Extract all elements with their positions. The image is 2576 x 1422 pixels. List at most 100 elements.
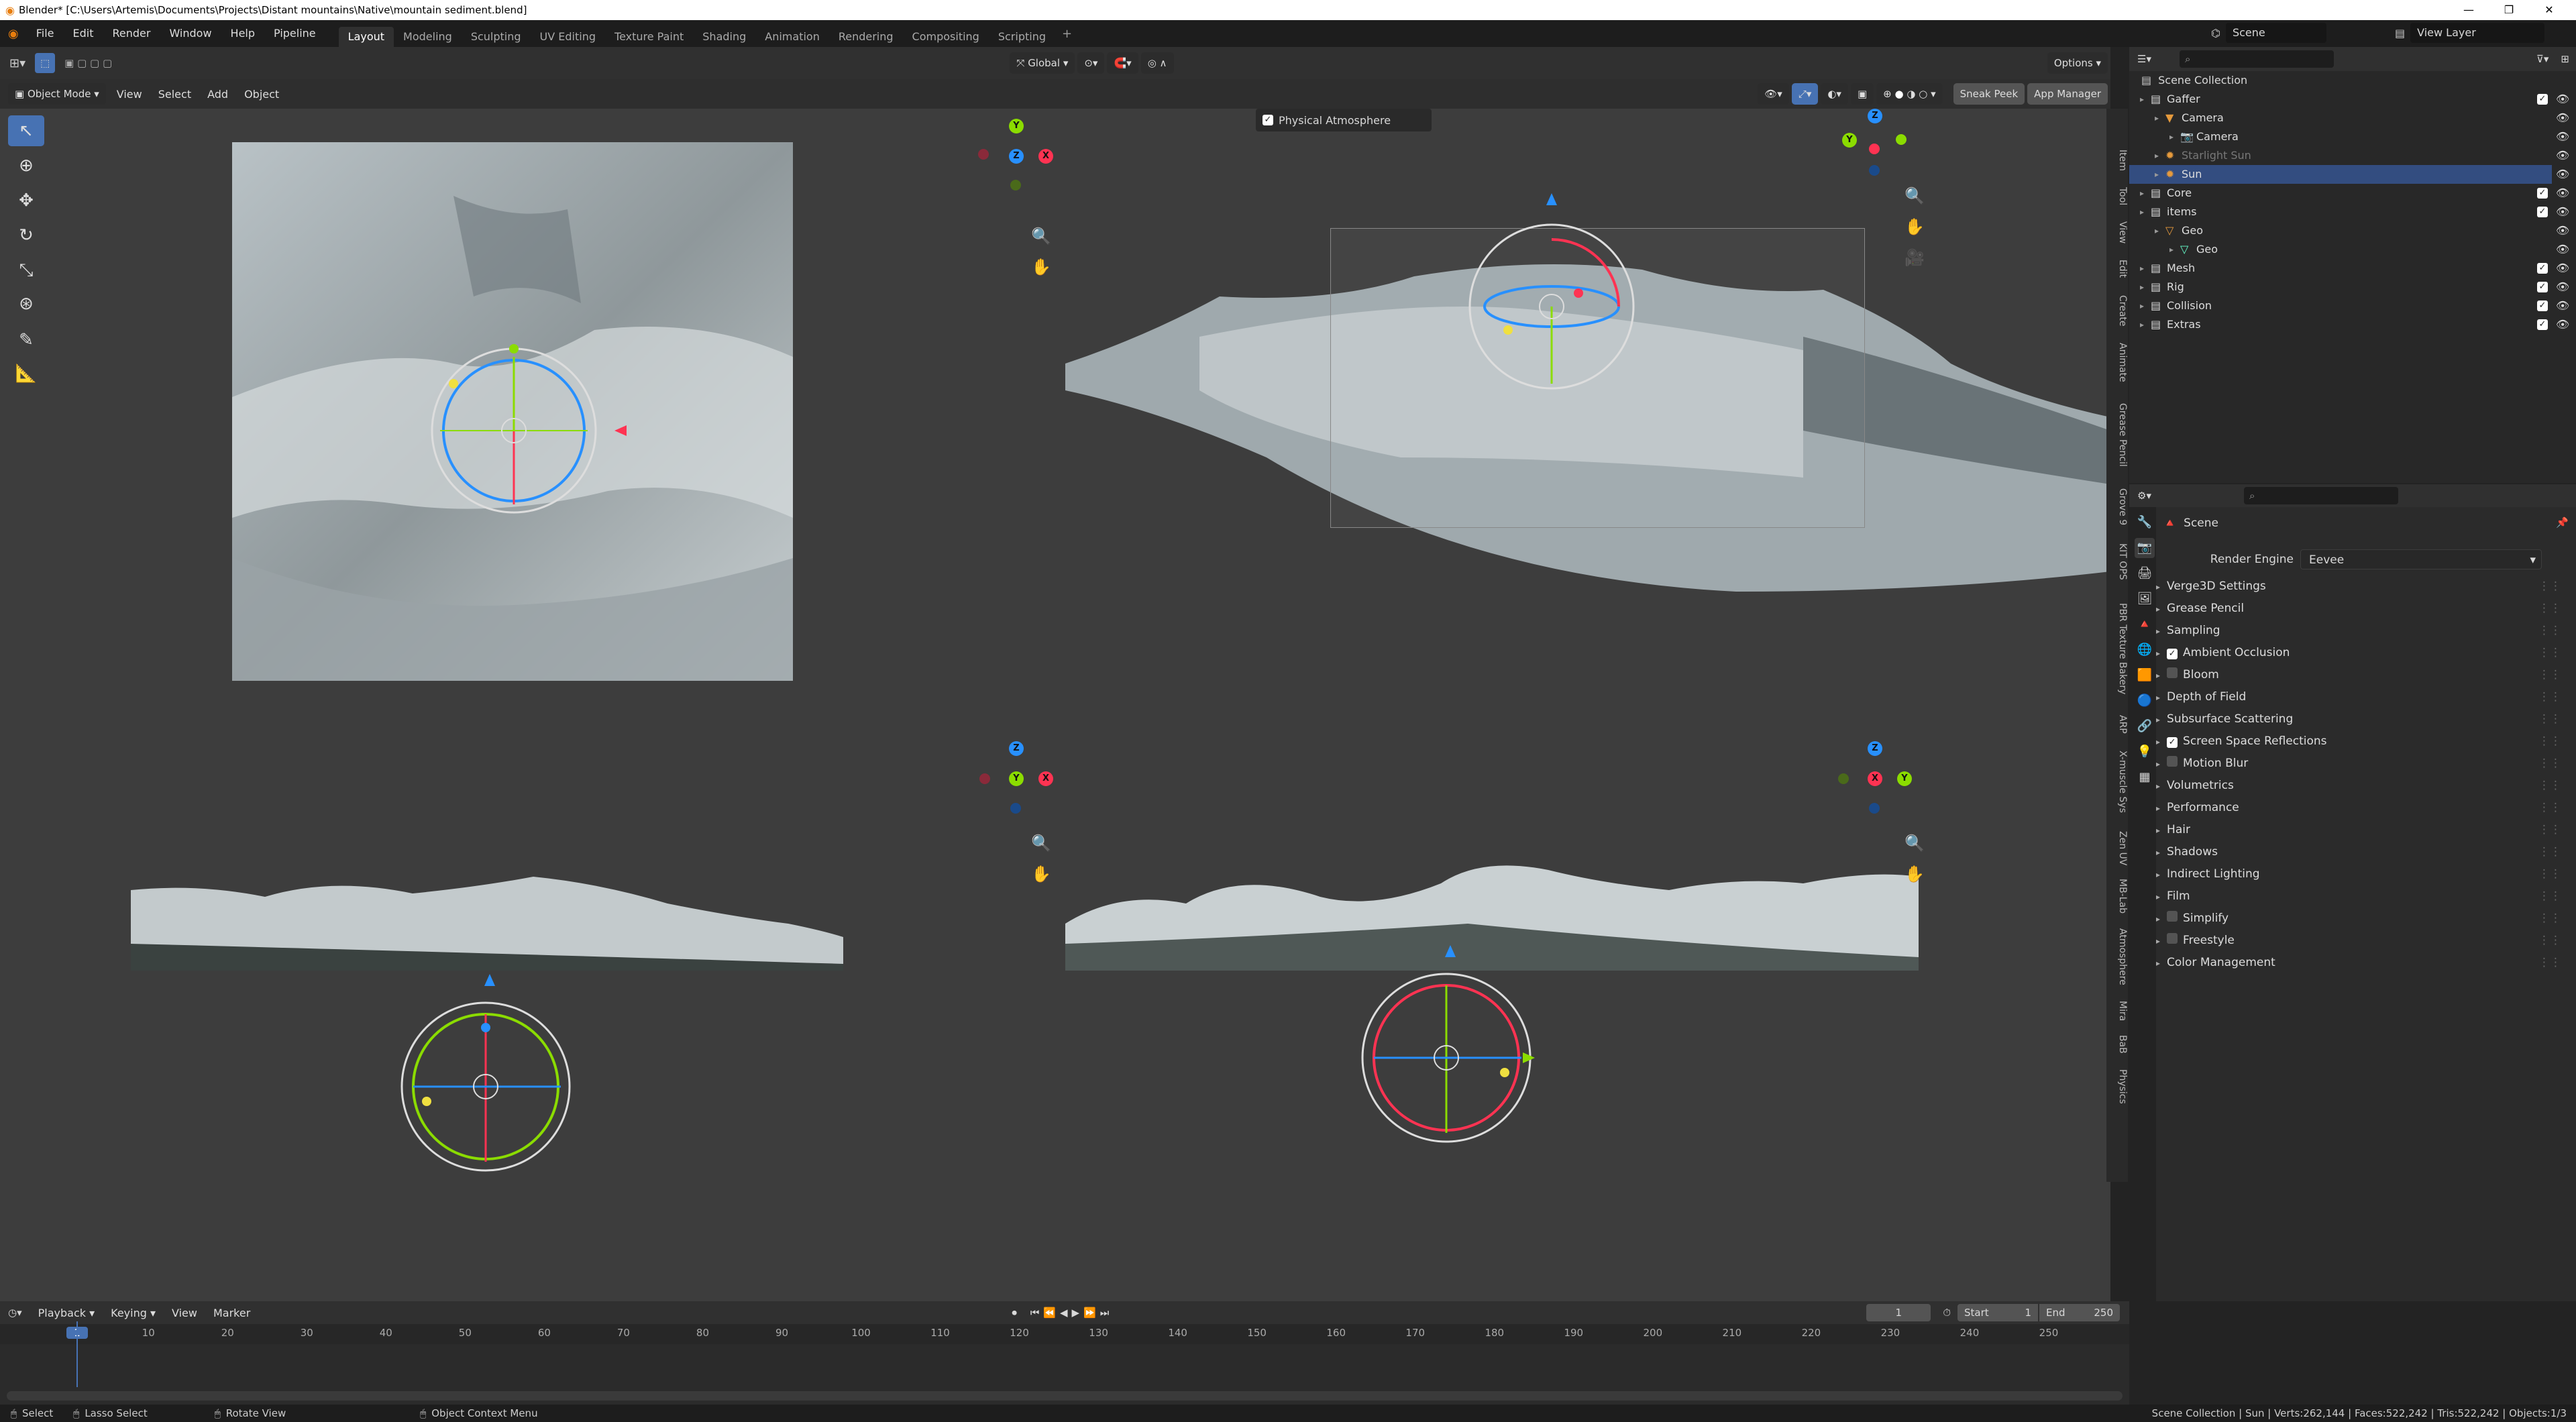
playhead-line[interactable] — [76, 1321, 78, 1387]
sidebar-tab-grease-pencil[interactable]: Grease Pencil — [2106, 390, 2128, 480]
workspace-tab-compositing[interactable]: Compositing — [903, 27, 989, 47]
gizmo-neg-y[interactable] — [1010, 180, 1021, 190]
expand-arrow-icon[interactable]: ▸ — [2155, 109, 2159, 127]
workspace-tab-texture-paint[interactable]: Texture Paint — [605, 27, 693, 47]
orientation-dropdown[interactable]: ⤧ Global ▾ — [1010, 52, 1075, 74]
expand-arrow-icon[interactable]: ▸ — [2140, 315, 2144, 334]
menu-render[interactable]: Render — [103, 20, 160, 47]
panel-enable-checkbox[interactable]: ✓ — [2167, 649, 2178, 659]
zoom-icon[interactable]: 🔍 — [1901, 182, 1928, 209]
eye-icon[interactable]: 👁 — [2556, 296, 2569, 315]
zoom-icon[interactable]: 🔍 — [1028, 830, 1055, 857]
sidebar-tab-tool[interactable]: Tool — [2106, 178, 2128, 215]
properties-panel-header[interactable]: ▸ Volumetrics ⋮⋮ — [2156, 775, 2561, 797]
properties-panel-header[interactable]: ▸ Subsurface Scattering ⋮⋮ — [2156, 708, 2561, 730]
scale-tool-icon[interactable]: ⤡ — [8, 255, 44, 286]
eye-icon[interactable]: 👁 — [2556, 90, 2569, 109]
exclude-checkbox[interactable]: ✓ — [2537, 319, 2548, 330]
properties-panel-header[interactable]: ▸ Color Management ⋮⋮ — [2156, 952, 2561, 974]
outliner-row[interactable]: ▸ ▤ items ✓ 👁 — [2129, 203, 2569, 221]
data-tab-icon[interactable]: 💡 — [2135, 742, 2155, 762]
xray-toggle[interactable]: ▣ — [1850, 83, 1874, 105]
nav-gizmo[interactable]: Z Y X — [966, 741, 1060, 835]
eye-icon[interactable]: 👁 — [2556, 127, 2569, 146]
gizmo-x-axis[interactable]: X — [1038, 149, 1053, 164]
sidebar-tab-view[interactable]: View — [2106, 215, 2128, 251]
gizmo-z-axis[interactable]: Z — [1009, 741, 1024, 756]
drag-handle-icon[interactable]: ⋮⋮ — [2538, 863, 2561, 885]
sneak-peek-button[interactable]: Sneak Peek — [1953, 83, 2025, 105]
sidebar-tab-physics[interactable]: Physics — [2106, 1060, 2128, 1114]
editor-type-icon[interactable]: ⊞▾ — [0, 56, 35, 70]
sun-rotate-gizmo[interactable] — [1468, 223, 1642, 397]
sidebar-tab-mira[interactable]: Mira — [2106, 993, 2128, 1030]
maximize-icon[interactable]: ❐ — [2489, 0, 2529, 20]
properties-panel-header[interactable]: ▸ Performance ⋮⋮ — [2156, 797, 2561, 819]
drag-handle-icon[interactable]: ⋮⋮ — [2538, 576, 2561, 598]
zoom-icon[interactable]: 🔍 — [1028, 223, 1055, 250]
proportional-edit-toggle[interactable]: ◎ ∧ — [1140, 52, 1174, 74]
sidebar-tab-edit[interactable]: Edit — [2106, 251, 2128, 287]
pan-hand-icon[interactable]: ✋ — [1028, 254, 1055, 280]
sun-side-gizmo[interactable] — [1360, 972, 1535, 1146]
exclude-checkbox[interactable]: ✓ — [2537, 207, 2548, 217]
view-menu[interactable]: View — [109, 88, 150, 101]
properties-panel-header[interactable]: ▸ Sampling ⋮⋮ — [2156, 620, 2561, 642]
properties-panel-header[interactable]: ▸ Indirect Lighting ⋮⋮ — [2156, 863, 2561, 885]
physical-atmosphere-checkbox[interactable]: ✓ — [1263, 115, 1273, 125]
menu-window[interactable]: Window — [160, 20, 221, 47]
gizmo-y-axis[interactable]: Y — [1897, 771, 1912, 786]
app-manager-button[interactable]: App Manager — [2027, 83, 2108, 105]
properties-panel-header[interactable]: ▸ ✓ Screen Space Reflections ⋮⋮ — [2156, 730, 2561, 753]
expand-arrow-icon[interactable]: ▸ — [2140, 259, 2144, 278]
filter-icon[interactable]: ⊽▾ — [2531, 53, 2555, 65]
timeline-scrollbar[interactable] — [7, 1391, 2123, 1401]
workspace-tab-shading[interactable]: Shading — [693, 27, 755, 47]
outliner-row[interactable]: ▸ ▤ Mesh ✓ 👁 — [2129, 259, 2569, 278]
constraint-tab-icon[interactable]: 🔗 — [2135, 716, 2155, 736]
gizmo-y-axis[interactable]: Y — [1009, 771, 1024, 786]
physical-atmosphere-panel[interactable]: ✓ Physical Atmosphere — [1256, 109, 1432, 131]
sun-front-gizmo[interactable] — [400, 1001, 574, 1175]
eye-icon[interactable]: 👁 — [2556, 315, 2569, 334]
physics-tab-icon[interactable]: 🔵 — [2135, 691, 2155, 711]
eye-icon[interactable]: 👁 — [2556, 259, 2569, 278]
drag-handle-icon[interactable]: ⋮⋮ — [2538, 797, 2561, 819]
outliner-row[interactable]: ▸ ▤ Rig ✓ 👁 — [2129, 278, 2569, 296]
camera-view-icon[interactable]: 🎥 — [1901, 244, 1928, 271]
gizmo-neg-y[interactable] — [1838, 773, 1849, 784]
nav-gizmo[interactable]: Z Y X — [966, 109, 1060, 243]
drag-handle-icon[interactable]: ⋮⋮ — [2538, 841, 2561, 863]
sidebar-tab-grove-9[interactable]: Grove 9 — [2106, 480, 2128, 535]
select-box-icon[interactable]: ⬚ — [35, 53, 56, 73]
gizmo-y-axis[interactable]: Y — [1009, 119, 1024, 133]
pan-hand-icon[interactable]: ✋ — [1028, 861, 1055, 887]
move-tool-icon[interactable]: ✥ — [8, 185, 44, 216]
shading-modes[interactable]: ⊕ ● ◑ ○ ▾ — [1876, 83, 1943, 105]
drag-handle-icon[interactable]: ⋮⋮ — [2538, 753, 2561, 775]
properties-type-icon[interactable]: ⚙▾ — [2129, 490, 2159, 502]
eye-icon[interactable]: 👁 — [2556, 165, 2569, 184]
pan-hand-icon[interactable]: ✋ — [1901, 861, 1928, 887]
drag-handle-icon[interactable]: ⋮⋮ — [2538, 642, 2561, 664]
expand-arrow-icon[interactable]: ▸ — [2140, 278, 2144, 296]
properties-search[interactable]: ⌕ — [2243, 487, 2398, 504]
sidebar-tab-mb-lab[interactable]: MB-Lab — [2106, 873, 2128, 921]
drag-handle-icon[interactable]: ⋮⋮ — [2538, 819, 2561, 841]
select-mode-icons[interactable]: ▣ ▢ ▢ ▢ — [64, 57, 112, 69]
sidebar-tab-atmosphere[interactable]: Atmosphere — [2106, 921, 2128, 993]
pan-hand-icon[interactable]: ✋ — [1901, 213, 1928, 240]
outliner-row[interactable]: ▸ ▤ Gaffer ✓ 👁 — [2129, 90, 2569, 109]
gizmo-neg-x[interactable] — [978, 149, 989, 160]
sidebar-tab-zen-uv[interactable]: Zen UV — [2106, 824, 2128, 873]
outliner-row[interactable]: ▸ ▽ Geo 👁 — [2129, 221, 2569, 240]
playback-menu[interactable]: Playback ▾ — [30, 1307, 103, 1319]
end-frame-field[interactable]: End 250 — [2039, 1304, 2121, 1321]
eye-icon[interactable]: 👁 — [2556, 278, 2569, 296]
drag-handle-icon[interactable]: ⋮⋮ — [2538, 664, 2561, 686]
select-tool-icon[interactable]: ↖ — [8, 115, 44, 146]
properties-panel-header[interactable]: ▸ Motion Blur ⋮⋮ — [2156, 753, 2561, 775]
texture-tab-icon[interactable]: ▦ — [2135, 767, 2155, 787]
drag-handle-icon[interactable]: ⋮⋮ — [2538, 952, 2561, 974]
playback-controls[interactable]: ⏮⏪◀▶⏩⏭ — [1024, 1307, 1120, 1319]
